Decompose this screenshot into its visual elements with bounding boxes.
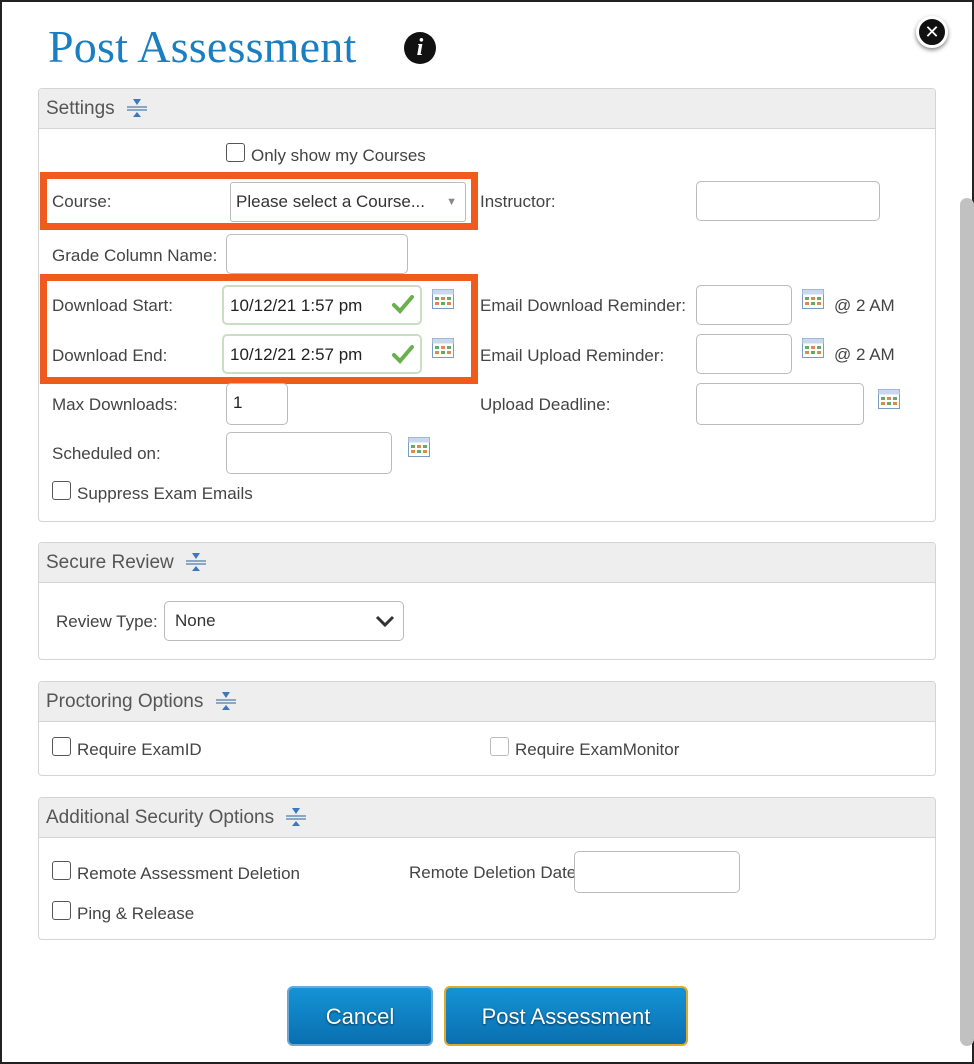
calendar-icon[interactable]: [432, 338, 454, 358]
email-download-label: Email Download Reminder:: [480, 296, 686, 315]
require-examid-label: Require ExamID: [77, 740, 202, 759]
course-highlight: [40, 172, 478, 230]
upload-deadline-input[interactable]: [696, 383, 864, 425]
download-start-label: Download Start:: [52, 296, 173, 315]
valid-check-icon: [392, 345, 414, 364]
suppress-emails-checkbox[interactable]: [52, 481, 71, 500]
calendar-icon[interactable]: [408, 437, 430, 457]
require-exammonitor-checkbox: [490, 737, 509, 756]
secure-review-header-label: Secure Review: [46, 552, 174, 573]
only-my-courses-checkbox[interactable]: [226, 143, 245, 162]
additional-security-header[interactable]: Additional Security Options: [39, 798, 935, 838]
max-downloads-input[interactable]: 1: [226, 383, 288, 425]
settings-header-label: Settings: [46, 98, 115, 119]
remote-deletion-checkbox[interactable]: [52, 861, 71, 880]
calendar-icon[interactable]: [802, 289, 824, 309]
email-upload-input[interactable]: [696, 334, 792, 374]
download-end-value: 10/12/21 2:57 pm: [230, 345, 363, 364]
upload-deadline-label: Upload Deadline:: [480, 395, 611, 414]
grade-column-label: Grade Column Name:: [52, 246, 218, 265]
calendar-icon[interactable]: [432, 289, 454, 309]
suppress-emails-label: Suppress Exam Emails: [77, 484, 253, 503]
remote-deletion-date-input[interactable]: [574, 851, 740, 893]
settings-header[interactable]: Settings: [39, 89, 935, 129]
chevron-down-icon: [375, 615, 395, 627]
secure-review-header[interactable]: Secure Review: [39, 543, 935, 583]
download-end-label: Download End:: [52, 346, 168, 365]
review-type-label: Review Type:: [56, 612, 158, 631]
instructor-label: Instructor:: [480, 192, 556, 211]
ping-release-label: Ping & Release: [77, 904, 195, 923]
collapse-icon[interactable]: [185, 551, 207, 571]
require-examid-checkbox[interactable]: [52, 737, 71, 756]
scheduled-on-input[interactable]: [226, 432, 392, 474]
calendar-icon[interactable]: [802, 338, 824, 358]
ping-release-checkbox[interactable]: [52, 901, 71, 920]
email-upload-time: @ 2 AM: [834, 345, 895, 364]
review-type-value: None: [175, 611, 216, 630]
close-icon[interactable]: ✕: [916, 16, 948, 48]
remote-deletion-date-label: Remote Deletion Date:: [409, 863, 581, 882]
instructor-input[interactable]: [696, 181, 880, 221]
info-icon[interactable]: i: [404, 32, 436, 64]
calendar-icon[interactable]: [878, 389, 900, 409]
additional-security-header-label: Additional Security Options: [46, 807, 275, 828]
collapse-icon[interactable]: [126, 97, 148, 117]
only-my-courses-label: Only show my Courses: [251, 146, 426, 165]
scheduled-on-label: Scheduled on:: [52, 444, 161, 463]
max-downloads-label: Max Downloads:: [52, 395, 178, 414]
collapse-icon[interactable]: [285, 806, 307, 826]
email-download-input[interactable]: [696, 285, 792, 325]
scrollbar-thumb[interactable]: [960, 198, 974, 1046]
email-upload-label: Email Upload Reminder:: [480, 346, 665, 365]
post-assessment-button[interactable]: Post Assessment: [444, 986, 688, 1046]
proctoring-header[interactable]: Proctoring Options: [39, 682, 935, 722]
cancel-button[interactable]: Cancel: [287, 986, 433, 1046]
email-download-time: @ 2 AM: [834, 296, 895, 315]
review-type-select[interactable]: None: [164, 601, 404, 641]
download-start-value: 10/12/21 1:57 pm: [230, 296, 363, 315]
dialog-title: Post Assessment: [48, 21, 357, 72]
post-assessment-dialog: Post Assessment i ✕ Settings Only show m…: [0, 0, 974, 1064]
grade-column-input[interactable]: [226, 234, 408, 274]
require-exammonitor-label: Require ExamMonitor: [515, 740, 680, 759]
valid-check-icon: [392, 295, 414, 314]
proctoring-section: Proctoring Options: [38, 681, 936, 776]
collapse-icon[interactable]: [215, 690, 237, 710]
proctoring-header-label: Proctoring Options: [46, 691, 204, 712]
remote-deletion-label: Remote Assessment Deletion: [77, 864, 300, 883]
